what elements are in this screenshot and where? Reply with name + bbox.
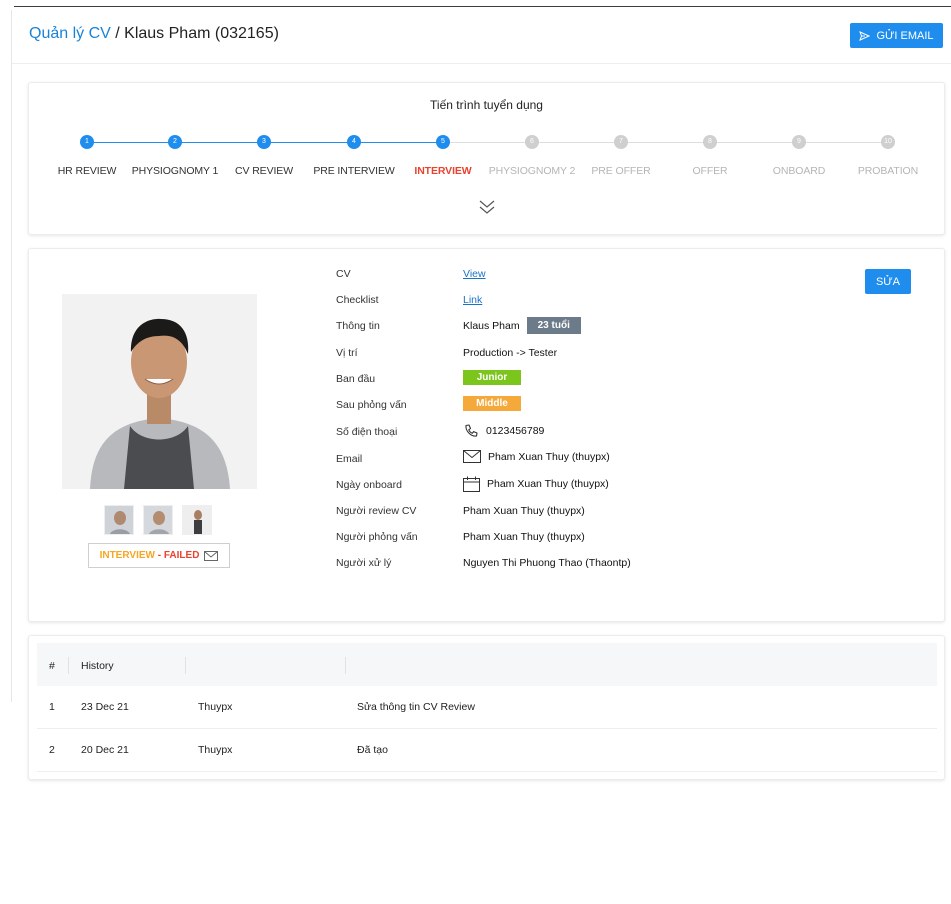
label-email: Email xyxy=(336,453,363,465)
mail-icon[interactable] xyxy=(204,550,219,561)
row-action: Đã tạo xyxy=(357,744,388,756)
header-divider xyxy=(345,657,346,674)
label-checklist: Checklist xyxy=(336,294,379,306)
send-email-label: GỬI EMAIL xyxy=(876,29,934,42)
middle-badge: Middle xyxy=(463,396,521,411)
row-number: 1 xyxy=(49,701,55,713)
label-cv: CV xyxy=(336,268,351,280)
header-number: # xyxy=(49,660,55,672)
photo-thumbnail[interactable] xyxy=(182,505,212,535)
history-table-header: # History xyxy=(37,643,937,686)
label-initial-level: Ban đầu xyxy=(336,373,376,385)
step-dot: 7 xyxy=(614,135,628,149)
label-after-interview: Sau phỏng vấn xyxy=(336,399,407,411)
step-dot: 3 xyxy=(257,135,271,149)
email-text: Pham Xuan Thuy (thuypx) xyxy=(488,450,610,463)
after-interview-value: Middle xyxy=(463,396,521,411)
top-border xyxy=(14,6,951,7)
row-date: 23 Dec 21 xyxy=(81,701,129,713)
label-handler: Người xử lý xyxy=(336,557,392,569)
candidate-profile-card: INTERVIEW - FAILED CV View Checklist Lin… xyxy=(28,248,945,622)
handler-text: Nguyen Thi Phuong Thao (Thaontp) xyxy=(463,557,631,569)
interviewer-value: Pham Xuan Thuy (thuypx) xyxy=(463,531,585,543)
step-dot: 2 xyxy=(168,135,182,149)
step-label: PROBATION xyxy=(857,165,919,177)
step-probation[interactable]: 10 PROBATION xyxy=(833,135,943,177)
breadcrumb-current: Klaus Pham (032165) xyxy=(124,25,279,42)
label-phone: Số điện thoại xyxy=(336,426,398,438)
page-header: Quản lý CV / Klaus Pham (032165) GỬI EMA… xyxy=(12,10,951,64)
cv-value: View xyxy=(463,268,486,280)
photo-thumbnail[interactable] xyxy=(104,505,134,535)
initial-level-value: Junior xyxy=(463,370,521,385)
history-card: # History 1 23 Dec 21 Thuypx Sửa thông t… xyxy=(28,635,945,780)
label-info: Thông tin xyxy=(336,320,380,332)
candidate-name: Klaus Pham xyxy=(463,319,520,332)
double-chevron-down-icon[interactable] xyxy=(477,196,497,218)
header-divider xyxy=(68,657,69,674)
table-row: 1 23 Dec 21 Thuypx Sửa thông tin CV Revi… xyxy=(37,686,937,729)
status-separator: - xyxy=(154,550,164,561)
interview-status-badge[interactable]: INTERVIEW - FAILED xyxy=(88,543,230,568)
interviewer-text: Pham Xuan Thuy (thuypx) xyxy=(463,531,585,543)
row-date: 20 Dec 21 xyxy=(81,744,129,756)
position-text: Production -> Tester xyxy=(463,347,558,359)
status-result: FAILED xyxy=(163,550,200,561)
cv-reviewer-text: Pham Xuan Thuy (thuypx) xyxy=(463,505,585,517)
candidate-photo xyxy=(62,294,257,489)
junior-badge: Junior xyxy=(463,370,521,385)
send-icon xyxy=(859,30,871,41)
position-value: Production -> Tester xyxy=(463,347,557,359)
step-dot: 4 xyxy=(347,135,361,149)
breadcrumb-link-cv-management[interactable]: Quản lý CV xyxy=(29,25,111,42)
photo-thumbnail[interactable] xyxy=(143,505,173,535)
edit-button[interactable]: SỬA xyxy=(865,269,911,294)
cv-view-link[interactable]: View xyxy=(463,268,486,280)
email-value: Pham Xuan Thuy (thuypx) xyxy=(463,450,610,463)
handler-value: Nguyen Thi Phuong Thao (Thaontp) xyxy=(463,557,631,569)
onboard-value: Pham Xuan Thuy (thuypx) xyxy=(463,476,609,492)
row-number: 2 xyxy=(49,744,55,756)
phone-value: 0123456789 xyxy=(463,423,544,439)
phone-number: 0123456789 xyxy=(486,425,545,437)
breadcrumb: Quản lý CV / Klaus Pham (032165) xyxy=(29,25,279,43)
row-user: Thuypx xyxy=(198,744,233,756)
recruitment-progress-card: Tiến trình tuyển dụng 1 HR REVIEW 2 PHYS… xyxy=(28,82,945,235)
cv-reviewer-value: Pham Xuan Thuy (thuypx) xyxy=(463,505,585,517)
row-user: Thuypx xyxy=(198,701,233,713)
row-action: Sửa thông tin CV Review xyxy=(357,701,475,713)
calendar-icon xyxy=(463,476,480,492)
label-cv-reviewer: Người review CV xyxy=(336,505,417,517)
header-history: History xyxy=(81,660,114,672)
progress-title: Tiến trình tuyển dụng xyxy=(430,98,543,112)
step-dot: 6 xyxy=(525,135,539,149)
left-divider xyxy=(11,10,12,702)
send-email-button[interactable]: GỬI EMAIL xyxy=(850,23,943,48)
info-value: Klaus Pham 23 tuổi xyxy=(463,317,581,334)
step-dot: 10 xyxy=(881,135,895,149)
step-dot: 1 xyxy=(80,135,94,149)
mail-icon xyxy=(463,450,481,463)
age-badge: 23 tuổi xyxy=(526,317,581,334)
label-interviewer: Người phỏng vấn xyxy=(336,531,418,543)
header-divider xyxy=(185,657,186,674)
step-dot: 8 xyxy=(703,135,717,149)
status-stage: INTERVIEW xyxy=(99,550,155,561)
label-position: Vị trí xyxy=(336,347,358,359)
step-dot: 9 xyxy=(792,135,806,149)
onboard-text: Pham Xuan Thuy (thuypx) xyxy=(487,478,609,490)
step-dot: 5 xyxy=(436,135,450,149)
checklist-value: Link xyxy=(463,294,482,306)
breadcrumb-separator: / xyxy=(110,25,125,42)
label-onboard-date: Ngày onboard xyxy=(336,479,402,491)
table-row: 2 20 Dec 21 Thuypx Đã tạo xyxy=(37,729,937,772)
phone-icon xyxy=(463,423,479,439)
checklist-link[interactable]: Link xyxy=(463,294,482,306)
